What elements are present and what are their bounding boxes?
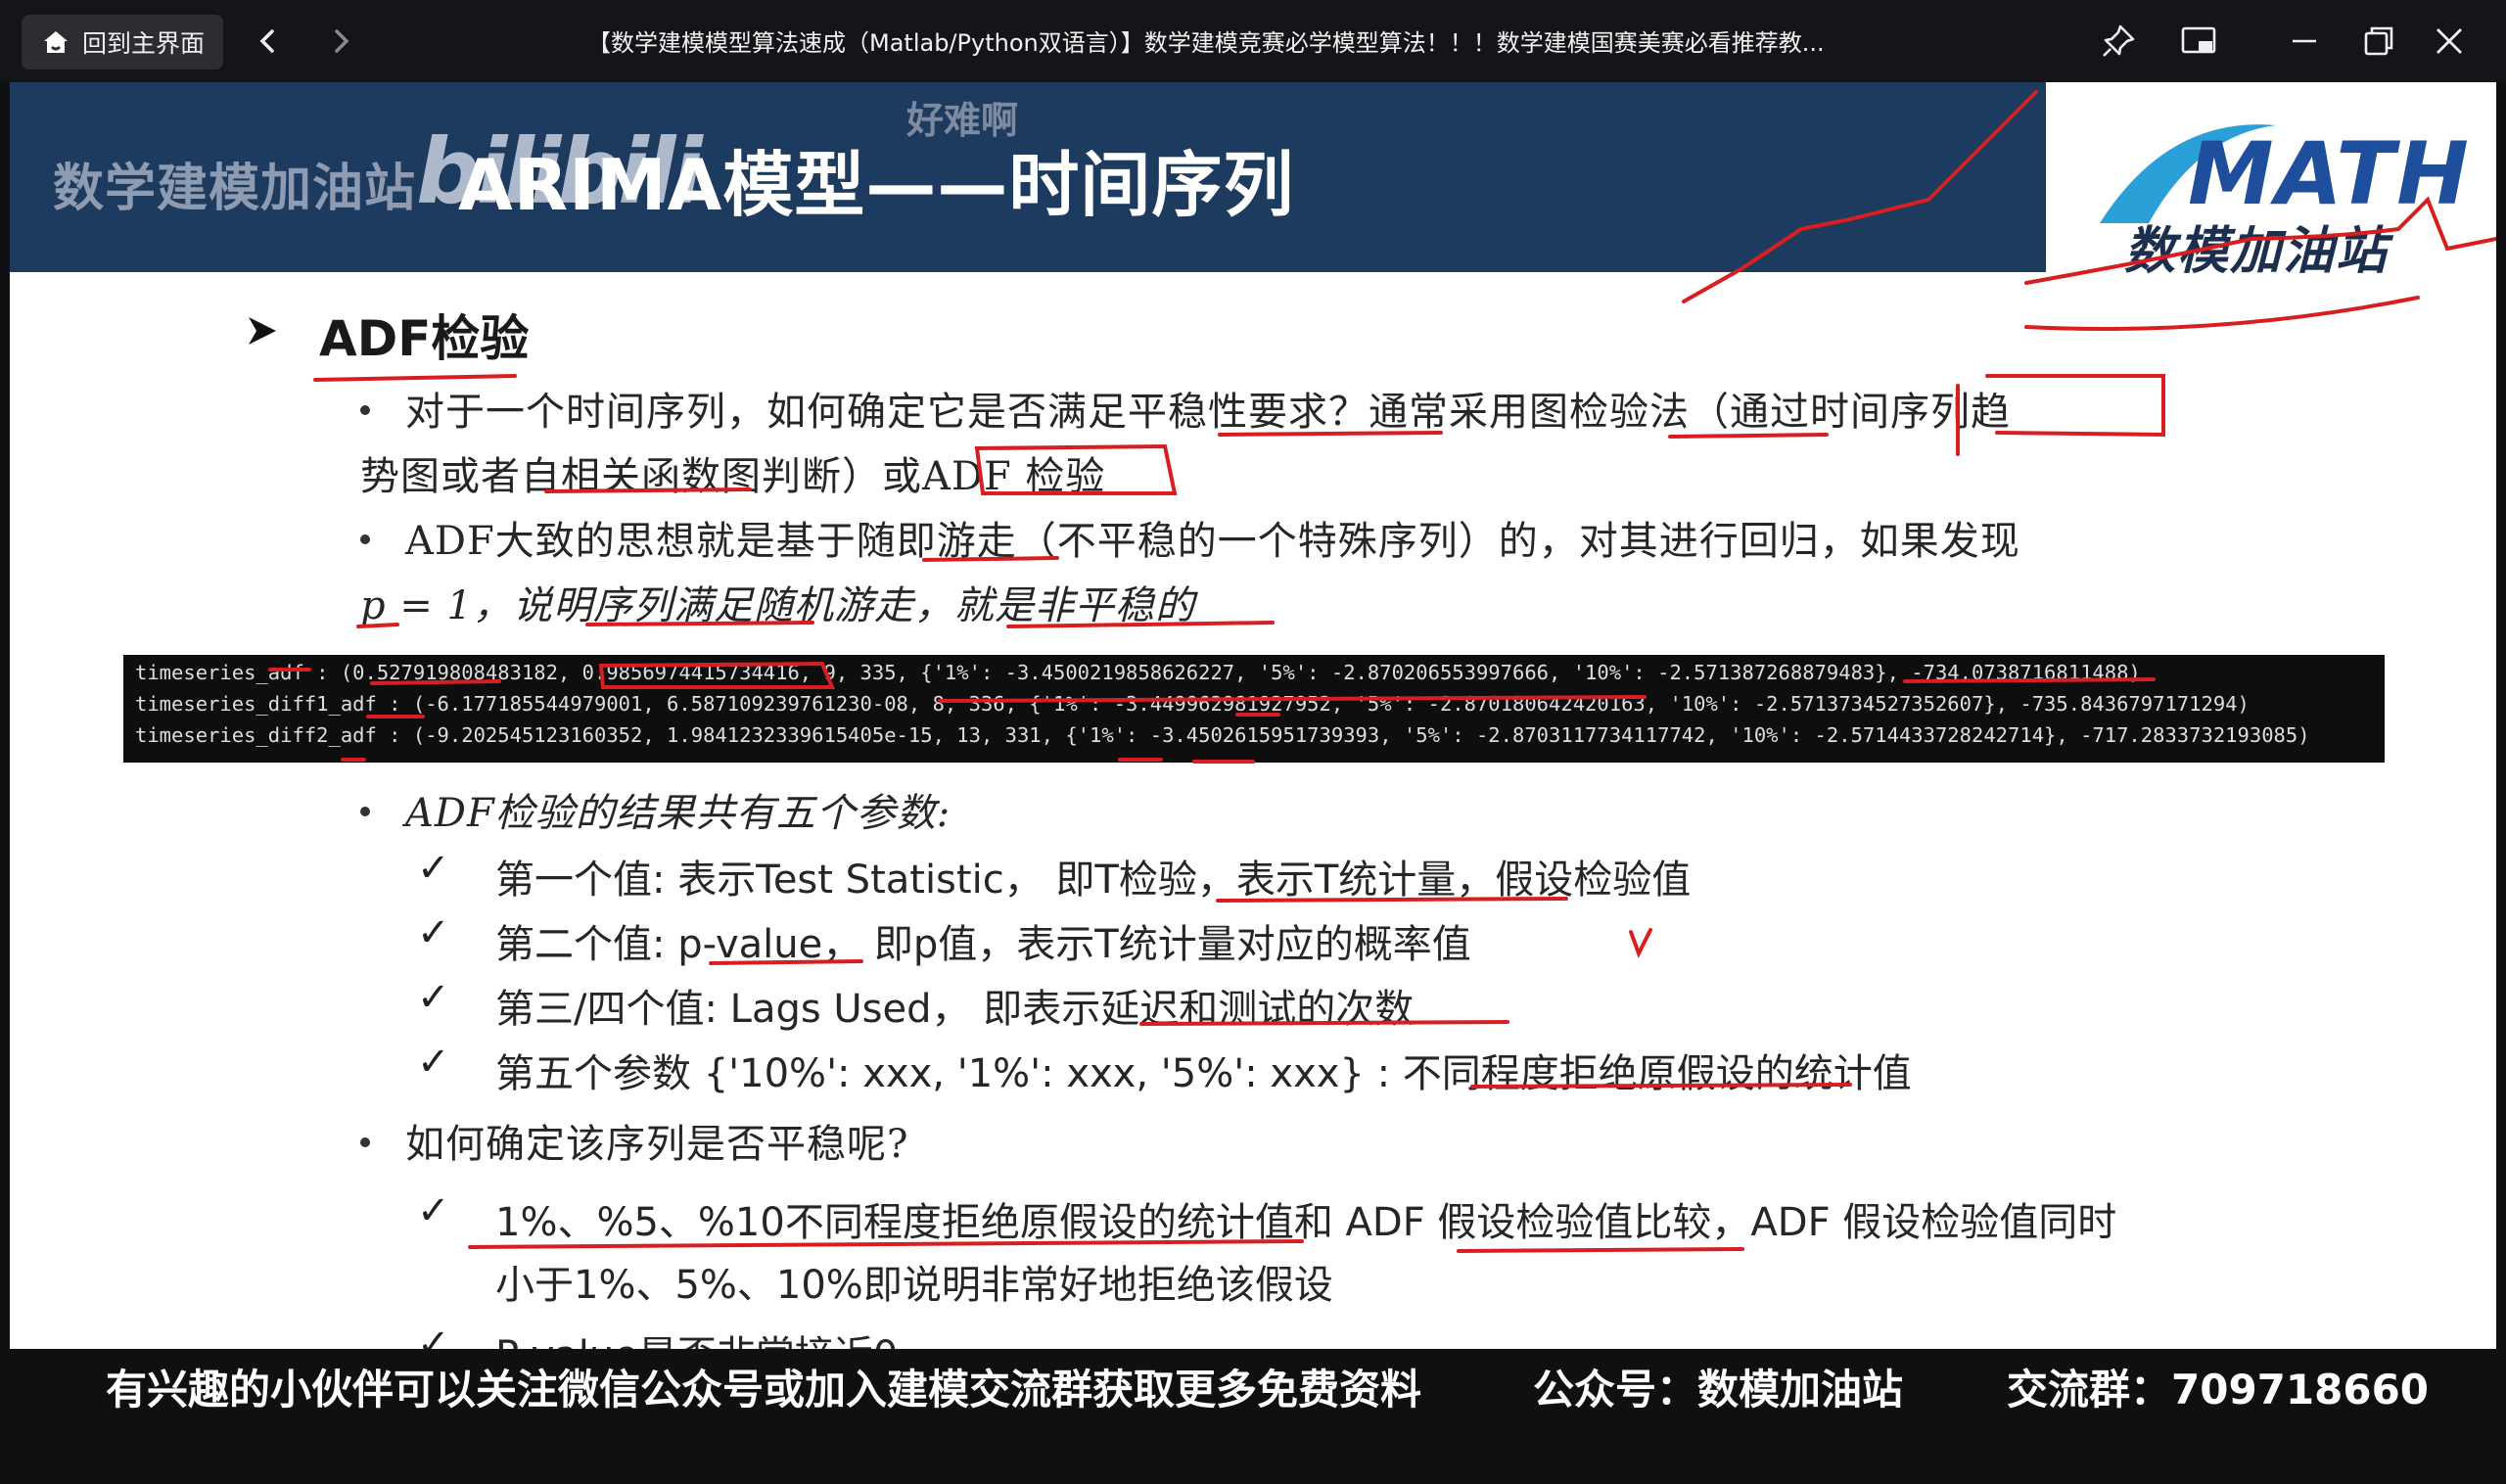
bullet-1-line-2: 势图或者自相关函数图判断）或ADF 检验: [360, 454, 1106, 499]
adf-param-4: 第五个参数 {'10%': xxx, '1%': xxx, '5%': xxx}…: [495, 1051, 1912, 1096]
section-heading: ADF检验: [319, 310, 530, 367]
adf-param-1: 第一个值: 表示Test Statistic， 即T检验，表示T统计量，假设检验…: [495, 858, 1692, 903]
back-arrow-icon[interactable]: [251, 23, 286, 59]
check-icon: ✓: [417, 1040, 450, 1085]
footer-group: 交流群：709718660: [2007, 1366, 2430, 1414]
code-line-diff1: timeseries_diff1_adf : (-6.1771855449790…: [135, 692, 2250, 716]
check-icon: ✓: [417, 846, 450, 891]
window-title: 【数学建模模型算法速成（Matlab/Python双语言）】数学建模竞赛必学模型…: [587, 29, 1825, 57]
stationarity-rule-1-line-2: 小于1%、5%、10%即说明非常好地拒绝该假设: [495, 1263, 1333, 1308]
section-arrow-icon: [249, 317, 276, 345]
forward-arrow-icon[interactable]: [323, 23, 358, 59]
bullet-dot: [360, 807, 370, 816]
logo-subtitle: 数模加油站: [2124, 222, 2390, 281]
bullet-2-line-2: p = 1，说明序列满足随机游走，就是非平稳的: [360, 583, 1195, 628]
adf-param-3: 第三/四个值: Lags Used， 即表示延迟和测试的次数: [495, 987, 1415, 1032]
adf-param-2: 第二个值: p-value， 即p值，表示T统计量对应的概率值: [495, 922, 1471, 967]
bullet-1-line-1: 对于一个时间序列，如何确定它是否满足平稳性要求？通常采用图检验法（通过时间序列趋: [405, 390, 2011, 435]
check-icon: ✓: [417, 910, 450, 955]
bullet-3-heading: ADF检验的结果共有五个参数:: [405, 791, 951, 836]
home-icon: [44, 31, 68, 53]
slide: 数学建模加油站 bilibili ARIMA模型——时间序列 好难啊 MATH …: [10, 82, 2496, 1484]
code-line-diff2: timeseries_diff2_adf : (-9.2025451231603…: [135, 723, 2310, 747]
footer-promo: 有兴趣的小伙伴可以关注微信公众号或加入建模交流群获取更多免费资料: [106, 1366, 1422, 1414]
picture-in-picture-icon[interactable]: [2179, 22, 2218, 61]
pin-icon[interactable]: [2099, 22, 2138, 61]
home-button-label: 回到主界面: [82, 29, 206, 58]
stationarity-rule-1-line-1: 1%、%5、%10不同程度拒绝原假设的统计值和 ADF 假设检验值比较，ADF …: [495, 1200, 2117, 1245]
check-icon: ✓: [417, 975, 450, 1020]
bullet-dot: [360, 534, 370, 544]
banner-station-text: 数学建模加油站: [53, 160, 417, 218]
bullet-dot: [360, 405, 370, 415]
check-icon: ✓: [417, 1188, 450, 1233]
restore-icon[interactable]: [2359, 22, 2398, 61]
bullet-2-line-1: ADF大致的思想就是基于随即游走（不平稳的一个特殊序列）的，对其进行回归，如果发…: [405, 519, 2020, 564]
bullet-dot: [360, 1137, 370, 1147]
code-output-panel: timeseries_adf : (0.527919808483182, 0.9…: [123, 655, 2385, 763]
close-icon[interactable]: [2430, 22, 2469, 61]
title-bar: 回到主界面 【数学建模模型算法速成（Matlab/Python双语言）】数学建模…: [0, 0, 2506, 82]
code-line-adf: timeseries_adf : (0.527919808483182, 0.9…: [135, 661, 2141, 684]
footer-bar: 有兴趣的小伙伴可以关注微信公众号或加入建模交流群获取更多免费资料 公众号：数模加…: [0, 1349, 2506, 1484]
slide-title: ARIMA模型——时间序列: [458, 144, 1295, 226]
banner-overlay-text: 好难啊: [906, 99, 1019, 142]
bullet-4-heading: 如何确定该序列是否平稳呢?: [405, 1122, 909, 1167]
slide-banner: 数学建模加油站 bilibili ARIMA模型——时间序列 好难啊: [10, 82, 2046, 272]
footer-account: 公众号：数模加油站: [1533, 1366, 1904, 1414]
home-button[interactable]: 回到主界面: [22, 15, 223, 70]
minimize-icon[interactable]: [2285, 22, 2324, 61]
